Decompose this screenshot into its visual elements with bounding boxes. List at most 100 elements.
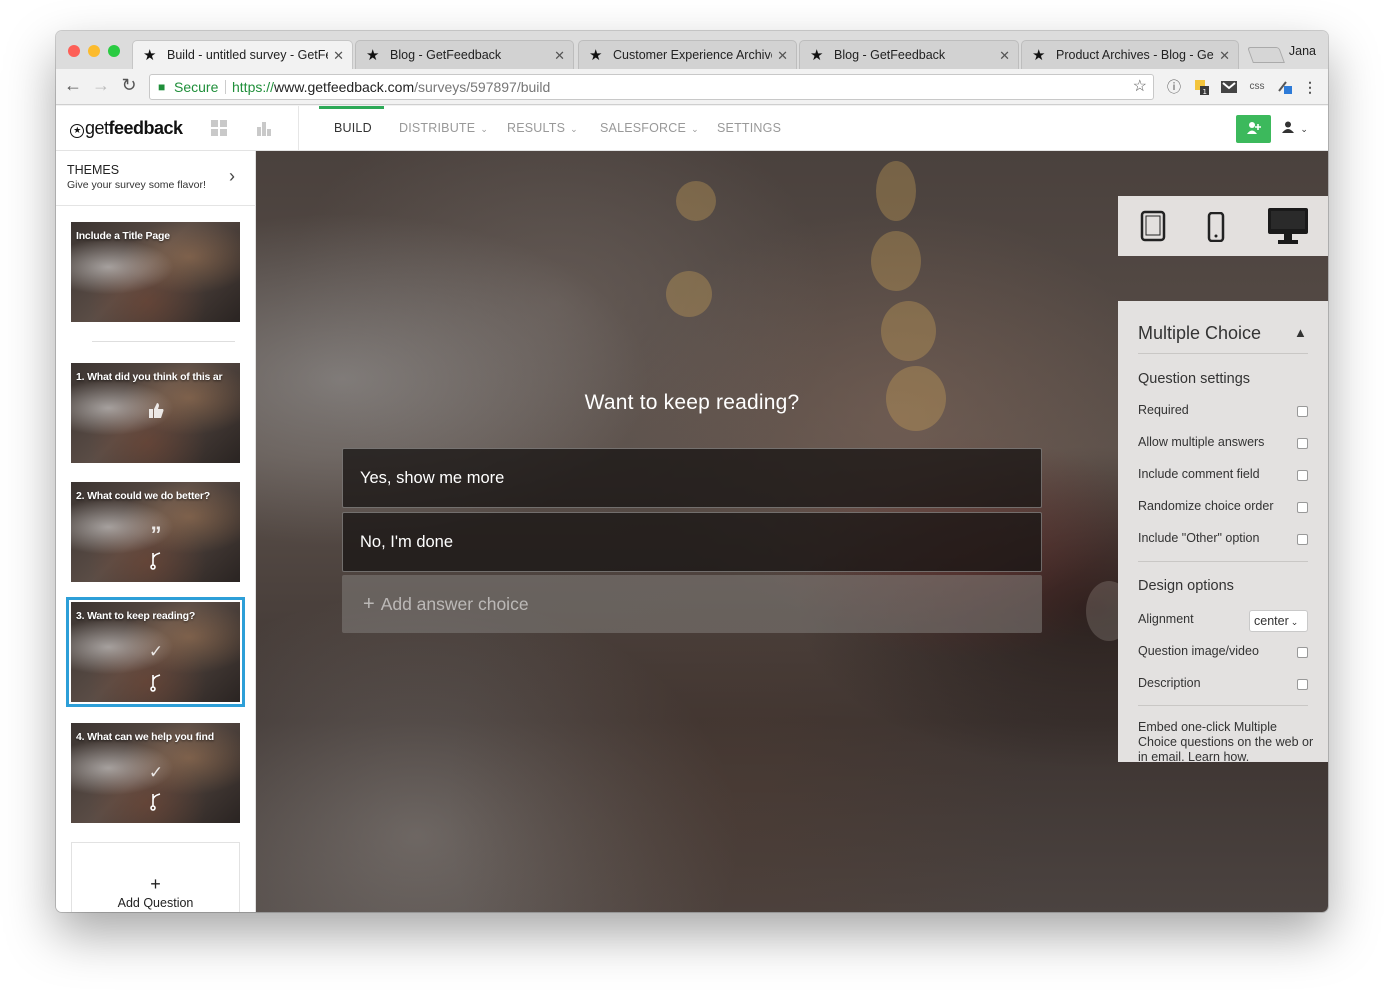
chevron-down-icon: ⌄ (691, 124, 699, 134)
add-user-icon (1246, 122, 1261, 134)
themes-panel-link[interactable]: THEMES Give your survey some flavor! › (56, 151, 256, 206)
nav-settings[interactable]: SETTINGS (717, 106, 781, 150)
page-thumbnail-q1[interactable]: 1. What did you think of this ar (71, 363, 240, 463)
star-favicon-icon: ★ (589, 47, 603, 64)
getfeedback-logo[interactable]: ★ getfeedback (70, 118, 183, 139)
background-bokeh (881, 301, 936, 361)
browser-tab[interactable]: ★ Customer Experience Archives - Blog ✕ (578, 40, 797, 69)
css-extension-icon[interactable]: css (1248, 78, 1266, 96)
design-options-title: Design options (1138, 578, 1234, 594)
chevron-down-icon: ⌄ (1300, 124, 1308, 134)
nav-results-label: RESULTS (507, 121, 566, 135)
svg-text:1: 1 (1203, 88, 1207, 96)
chevron-down-icon: ⌄ (1290, 617, 1299, 627)
profile-name[interactable]: Jana (1289, 44, 1316, 58)
browser-tab-active[interactable]: ★ Build - untitled survey - GetFeedback … (132, 40, 353, 69)
back-arrow-icon[interactable]: ← (62, 75, 84, 96)
close-tab-icon[interactable]: ✕ (999, 41, 1010, 69)
page-label: 1. What did you think of this ar (76, 371, 223, 383)
allow-multiple-answers-checkbox[interactable] (1297, 438, 1308, 449)
chevron-down-icon: ⌄ (570, 124, 578, 134)
forward-arrow-icon[interactable]: → (90, 75, 112, 96)
embed-help-text[interactable]: Embed one-click Multiple Choice question… (1138, 720, 1314, 762)
star-favicon-icon: ★ (143, 47, 157, 64)
add-answer-choice-button[interactable]: + Add answer choice (342, 575, 1042, 633)
panel-divider (1138, 353, 1308, 354)
star-favicon-icon: ★ (366, 47, 380, 64)
add-question-button[interactable]: + Add Question (71, 842, 240, 912)
1password-icon[interactable]: ⓘ (1165, 78, 1183, 96)
answer-choice[interactable]: No, I'm done (342, 512, 1042, 572)
add-answer-choice-label: Add answer choice (380, 594, 529, 614)
question-settings-title: Question settings (1138, 371, 1251, 387)
reports-chart-icon[interactable] (255, 119, 273, 137)
add-user-button[interactable] (1236, 115, 1271, 143)
address-bar[interactable]: ■ Secure https://www.getfeedback.com/sur… (149, 74, 1154, 100)
address-separator (225, 80, 226, 94)
option-description-label: Description (1138, 676, 1201, 690)
secure-label: Secure (174, 79, 219, 95)
close-tab-icon[interactable]: ✕ (554, 41, 565, 69)
close-tab-icon[interactable]: ✕ (1219, 41, 1230, 69)
close-tab-icon[interactable]: ✕ (333, 41, 344, 69)
page-label: 2. What could we do better? (76, 490, 211, 502)
nav-build[interactable]: BUILD (334, 106, 372, 150)
browser-tab[interactable]: ★ Product Archives - Blog - GetFeedback … (1021, 40, 1239, 69)
gmail-extension-icon[interactable] (1220, 78, 1238, 96)
account-menu[interactable]: ⌄ (1282, 121, 1308, 135)
option-multiple-answers-label: Allow multiple answers (1138, 435, 1265, 449)
close-tab-icon[interactable]: ✕ (777, 41, 788, 69)
zoom-window-button[interactable] (108, 45, 120, 57)
notes-extension-icon[interactable]: 1 (1193, 78, 1211, 96)
minimize-window-button[interactable] (88, 45, 100, 57)
page-thumbnail-q3[interactable]: 3. Want to keep reading? ✓ (66, 597, 245, 707)
bookmark-star-icon[interactable]: ☆ (1133, 75, 1147, 99)
nav-results[interactable]: RESULTS ⌄ (507, 106, 578, 150)
dashboard-grid-icon[interactable] (210, 119, 228, 137)
nav-salesforce-label: SALESFORCE (600, 121, 687, 135)
user-icon (1282, 121, 1294, 133)
page-thumbnail-q4[interactable]: 4. What can we help you find ✓ (71, 723, 240, 823)
include-comment-field-checkbox[interactable] (1297, 470, 1308, 481)
tab-title: Customer Experience Archives - Blog (613, 48, 772, 62)
menu-icon[interactable]: ⋮ (1301, 78, 1319, 96)
checkmark-icon: ✓ (148, 642, 164, 661)
randomize-choice-order-checkbox[interactable] (1297, 502, 1308, 513)
question-title[interactable]: Want to keep reading? (256, 391, 1128, 415)
star-favicon-icon: ★ (1032, 47, 1046, 64)
desktop-icon[interactable] (1266, 206, 1310, 251)
panel-divider (1138, 705, 1308, 706)
phone-icon[interactable] (1206, 211, 1226, 247)
nav-distribute-label: DISTRIBUTE (399, 121, 476, 135)
nav-salesforce[interactable]: SALESFORCE ⌄ (600, 106, 699, 150)
include-other-option-checkbox[interactable] (1297, 534, 1308, 545)
plus-icon: + (150, 874, 161, 894)
nav-distribute[interactable]: DISTRIBUTE ⌄ (399, 106, 488, 150)
required-checkbox[interactable] (1297, 406, 1308, 417)
url-scheme: https:// (232, 79, 275, 95)
background-bokeh (871, 231, 921, 291)
alignment-label: Alignment (1138, 612, 1194, 626)
logo-star-icon: ★ (70, 124, 84, 138)
url-text: https://www.getfeedback.com/surveys/5978… (232, 75, 550, 99)
new-tab-button[interactable] (1247, 47, 1285, 63)
tablet-icon[interactable] (1140, 210, 1166, 247)
answer-choice[interactable]: Yes, show me more (342, 448, 1042, 508)
close-window-button[interactable] (68, 45, 80, 57)
title-page-divider (92, 341, 235, 342)
browser-tab[interactable]: ★ Blog - GetFeedback ✕ (799, 40, 1019, 69)
color-picker-extension-icon[interactable] (1276, 78, 1294, 96)
branch-logic-icon (147, 791, 165, 816)
collapse-panel-icon[interactable]: ▲ (1294, 325, 1307, 340)
option-comment-field-label: Include comment field (1138, 467, 1260, 481)
question-image-video-checkbox[interactable] (1297, 647, 1308, 658)
background-bokeh (666, 271, 712, 317)
browser-tab[interactable]: ★ Blog - GetFeedback ✕ (355, 40, 574, 69)
panel-divider (1138, 561, 1308, 562)
page-thumbnail-title-page[interactable]: Include a Title Page (71, 222, 240, 322)
reload-icon[interactable]: ↻ (118, 75, 140, 96)
tab-strip: ★ Build - untitled survey - GetFeedback … (56, 31, 1328, 69)
page-thumbnail-q2[interactable]: 2. What could we do better? ” (71, 482, 240, 582)
alignment-select[interactable]: center ⌄ (1249, 610, 1308, 632)
description-checkbox[interactable] (1297, 679, 1308, 690)
